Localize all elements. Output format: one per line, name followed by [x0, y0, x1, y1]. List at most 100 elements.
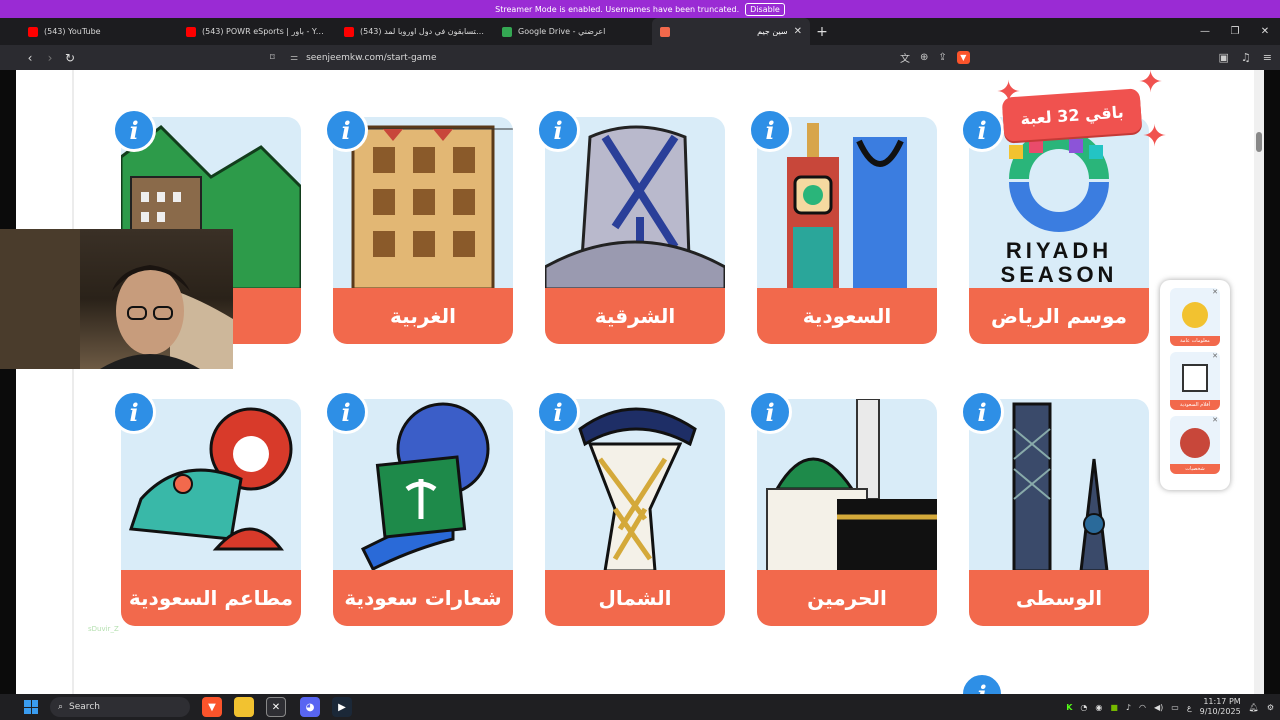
url-text: seenjeemkw.com/start-game [306, 52, 437, 63]
system-tray: K ◔ ◉ ■ ♪ ◠ ◀) ▭ ع 11:17 PM 9/10/2025 🔔︎… [1066, 694, 1274, 720]
info-button[interactable]: i [112, 108, 156, 152]
category-card-saudi[interactable]: السعودية [757, 117, 937, 344]
search-icon: ⌕ [58, 702, 64, 712]
info-button[interactable]: i [960, 108, 1004, 152]
card-label: السعودية [757, 288, 937, 344]
side-item-films[interactable]: ✕ أفلام السعودية [1170, 352, 1220, 410]
info-button[interactable]: i [324, 390, 368, 434]
discord-icon[interactable]: ◕ [300, 697, 320, 717]
notification-bell-icon[interactable]: 🔔︎ [1249, 703, 1259, 712]
info-button[interactable]: i [748, 390, 792, 434]
info-button[interactable]: i [324, 108, 368, 152]
webcam-overlay [0, 229, 233, 369]
network-icon[interactable]: ◔ [1080, 703, 1087, 712]
card-label: الشرقية [545, 288, 725, 344]
start-button[interactable] [24, 700, 38, 714]
brave-browser-icon[interactable]: ▼ [202, 697, 222, 717]
sparkle-icon: ✦ [1138, 65, 1164, 100]
address-bar[interactable]: ⌑ ⚌ seenjeemkw.com/start-game [270, 45, 437, 70]
card-label: مطاعم السعودية [121, 570, 301, 626]
language-indicator[interactable]: ع [1187, 703, 1192, 712]
wallet-icon[interactable]: ▣ [1219, 51, 1229, 64]
clock-time: 11:17 PM [1203, 697, 1241, 706]
question-mark-icon [1182, 302, 1208, 328]
info-button[interactable]: i [536, 108, 580, 152]
remove-icon[interactable]: ✕ [1212, 416, 1218, 424]
mic-icon[interactable]: ♪ [1126, 703, 1131, 712]
tab-title: سين جيم [757, 27, 788, 36]
category-card-riyadh-season[interactable]: RIYADH SEASON موسم الرياض [969, 117, 1149, 344]
disable-streamer-mode-button[interactable]: Disable [745, 2, 785, 16]
browser-toolbar: ‹ › ↻ ⌑ ⚌ seenjeemkw.com/start-game 文 ⊕ … [0, 45, 1280, 70]
brave-shields-icon[interactable]: ▼ [956, 51, 970, 64]
tab-title: (543) YouTube [44, 27, 101, 36]
windows-taskbar: ⌕ Search ▼ ✕ ◕ ▶ K ◔ ◉ ■ ♪ ◠ ◀) ▭ ع 11:1… [0, 694, 1280, 720]
card-label: شعارات سعودية [333, 570, 513, 626]
scrollbar-thumb[interactable] [1256, 132, 1262, 152]
volume-icon[interactable]: ◀) [1154, 703, 1163, 712]
google-drive-icon [502, 26, 512, 37]
film-icon [1182, 364, 1208, 392]
remove-icon[interactable]: ✕ [1212, 352, 1218, 360]
xbox-icon[interactable]: ✕ [266, 697, 286, 717]
close-tab-icon[interactable]: ✕ [794, 26, 802, 37]
info-button[interactable]: i [112, 390, 156, 434]
category-card-haramain[interactable]: الحرمين [757, 399, 937, 626]
steam-icon[interactable]: ▶ [332, 697, 352, 717]
info-button[interactable]: i [748, 108, 792, 152]
minimize-icon[interactable]: — [1190, 18, 1220, 45]
forward-icon[interactable]: › [40, 51, 60, 65]
info-button[interactable]: i [536, 390, 580, 434]
category-card-western[interactable]: الغربية [333, 117, 513, 344]
character-icon [1180, 428, 1210, 458]
bookmark-icon[interactable]: ⌑ [270, 53, 275, 63]
settings-tray-icon[interactable]: ⚙ [1267, 703, 1274, 712]
kick-icon[interactable]: K [1066, 703, 1072, 712]
watermark-text: sDuvir_Z [88, 625, 119, 633]
remove-icon[interactable]: ✕ [1212, 288, 1218, 296]
side-item-general[interactable]: ✕ معلومات عامة [1170, 288, 1220, 346]
tab-powr-esports[interactable]: (543) POWR eSports | باور - YouTube [178, 18, 336, 45]
page-border [72, 70, 74, 694]
wifi-icon[interactable]: ◠ [1139, 703, 1146, 712]
search-label: Search [69, 702, 100, 712]
back-icon[interactable]: ‹ [20, 51, 40, 65]
zoom-icon[interactable]: ⊕ [920, 52, 928, 63]
file-explorer-icon[interactable] [234, 697, 254, 717]
tab-title: Google Drive - اعرضني [518, 27, 606, 36]
close-window-icon[interactable]: ✕ [1250, 18, 1280, 45]
media-icon[interactable]: ♫ [1241, 51, 1251, 64]
share-icon[interactable]: ⇪ [938, 52, 946, 63]
tab-google-drive[interactable]: Google Drive - اعرضني [494, 18, 652, 45]
battery-icon[interactable]: ▭ [1171, 703, 1179, 712]
side-item-characters[interactable]: ✕ شخصيات [1170, 416, 1220, 474]
site-settings-icon[interactable]: ⚌ [290, 53, 298, 63]
tab-seenjeem[interactable]: سين جيم ✕ [652, 18, 810, 45]
steam-tray-icon[interactable]: ◉ [1095, 703, 1102, 712]
nvidia-icon[interactable]: ■ [1110, 703, 1118, 712]
scrollbar[interactable] [1254, 70, 1264, 694]
card-label: موسم الرياض [969, 288, 1149, 344]
toolbar-extras: ▣ ♫ ≡ [1219, 45, 1273, 70]
menu-icon[interactable]: ≡ [1263, 51, 1272, 64]
new-tab-button[interactable]: + [810, 24, 834, 40]
tab-youtube-video[interactable]: (543) باور يتسابقون في دول اوروبا لمد... [336, 18, 494, 45]
category-card-emblems[interactable]: شعارات سعودية [333, 399, 513, 626]
tab-youtube[interactable]: (543) YouTube [20, 18, 178, 45]
category-card-eastern[interactable]: الشرقية [545, 117, 725, 344]
translate-icon[interactable]: 文 [900, 50, 910, 65]
clock[interactable]: 11:17 PM 9/10/2025 [1200, 697, 1241, 717]
logo-line-1: RIYADH [1005, 238, 1113, 263]
card-label: الوسطى [969, 570, 1149, 626]
reload-icon[interactable]: ↻ [60, 51, 80, 65]
category-card-north[interactable]: الشمال [545, 399, 725, 626]
riyadh-season-logo: RIYADH SEASON [969, 239, 1149, 287]
category-card-central[interactable]: الوسطى [969, 399, 1149, 626]
taskbar-search[interactable]: ⌕ Search [50, 697, 190, 717]
category-card-restaurants[interactable]: مطاعم السعودية [121, 399, 301, 626]
side-item-caption: شخصيات [1170, 464, 1220, 474]
youtube-icon [344, 26, 354, 37]
info-button[interactable]: i [960, 390, 1004, 434]
maximize-icon[interactable]: ❐ [1220, 18, 1250, 45]
sparkle-icon: ✦ [1142, 119, 1168, 154]
